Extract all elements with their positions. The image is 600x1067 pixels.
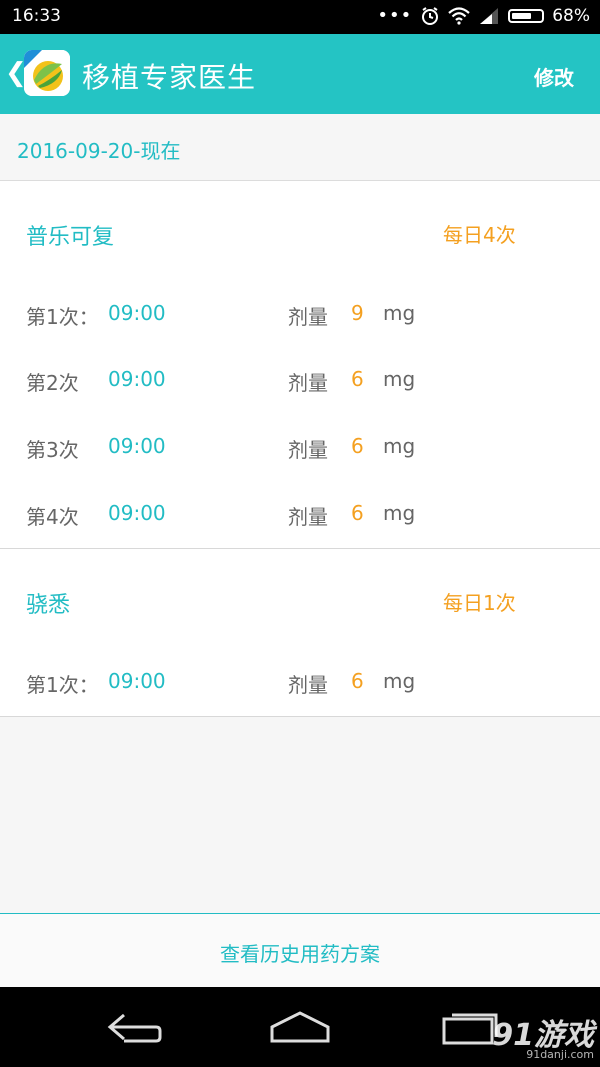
dose-time: 09:00 [108, 501, 166, 525]
battery-percent: 68% [552, 5, 590, 26]
dose-label: 第2次 [26, 371, 79, 395]
dose-row: 第1次： 09:00 剂量 6 mg [0, 663, 600, 703]
dose-value: 6 [351, 501, 364, 525]
dose-time: 09:00 [108, 367, 166, 391]
dose-qty-label: 剂量 [288, 305, 328, 329]
dose-row: 第2次 09:00 剂量 6 mg [0, 361, 600, 401]
watermark-sub: 91danji.com [526, 1048, 594, 1061]
medication-card: 骁悉 每日1次 第1次： 09:00 剂量 6 mg [0, 549, 600, 717]
dose-row: 第1次： 09:00 剂量 9 mg [0, 295, 600, 335]
app-header: ❮ 移植专家医生 修改 [0, 34, 600, 114]
back-nav-icon[interactable] [104, 1007, 162, 1047]
dose-label: 第4次 [26, 505, 79, 529]
home-nav-icon[interactable] [268, 1007, 332, 1047]
view-history-button[interactable]: 查看历史用药方案 [0, 938, 600, 967]
page-title: 移植专家医生 [82, 61, 257, 94]
app-logo-icon [24, 50, 70, 96]
date-band: 2016-09-20-现在 [0, 114, 600, 181]
dose-row: 第4次 09:00 剂量 6 mg [0, 495, 600, 535]
battery-level [512, 12, 532, 19]
dose-label: 第1次： [26, 305, 99, 329]
dose-qty-label: 剂量 [288, 371, 328, 395]
status-bar: 16:33 ••• 68% [0, 0, 600, 34]
recent-apps-nav-icon[interactable] [440, 1007, 498, 1047]
dose-label: 第3次 [26, 438, 79, 462]
medication-card: 普乐可复 每日4次 第1次： 09:00 剂量 9 mg 第2次 09:00 剂… [0, 181, 600, 549]
dose-unit: mg [383, 669, 416, 693]
dose-qty-label: 剂量 [288, 438, 328, 462]
dose-label: 第1次： [26, 673, 99, 697]
dose-row: 第3次 09:00 剂量 6 mg [0, 428, 600, 468]
status-time: 16:33 [12, 6, 61, 26]
screen: 16:33 ••• 68% ❮ 移植专家医生 修改 2016-09-20-现在 … [0, 0, 600, 1067]
battery-icon [508, 8, 545, 23]
dose-qty-label: 剂量 [288, 673, 328, 697]
medication-frequency: 每日1次 [443, 591, 516, 615]
status-icons: ••• 68% [377, 5, 590, 26]
alarm-icon [422, 6, 439, 25]
history-footer: 查看历史用药方案 [0, 913, 600, 988]
signal-icon [480, 7, 499, 24]
dose-unit: mg [383, 301, 416, 325]
medication-name: 骁悉 [26, 593, 71, 618]
navigation-bar: 91游戏 91danji.com [0, 987, 600, 1067]
app-logo [24, 50, 70, 96]
wifi-icon [448, 6, 470, 25]
more-dots-icon: ••• [377, 5, 413, 26]
dose-value: 6 [351, 434, 364, 458]
dose-time: 09:00 [108, 301, 166, 325]
dose-time: 09:00 [108, 669, 166, 693]
edit-button[interactable]: 修改 [534, 62, 574, 91]
dose-time: 09:00 [108, 434, 166, 458]
dose-unit: mg [383, 434, 416, 458]
watermark-logo: 91游戏 91danji.com [492, 1010, 594, 1061]
medication-frequency: 每日4次 [443, 223, 516, 247]
dose-unit: mg [383, 501, 416, 525]
medication-name: 普乐可复 [26, 225, 115, 250]
date-range: 2016-09-20-现在 [17, 139, 181, 163]
dose-value: 9 [351, 301, 364, 325]
dose-value: 6 [351, 669, 364, 693]
dose-qty-label: 剂量 [288, 505, 328, 529]
dose-unit: mg [383, 367, 416, 391]
dose-value: 6 [351, 367, 364, 391]
